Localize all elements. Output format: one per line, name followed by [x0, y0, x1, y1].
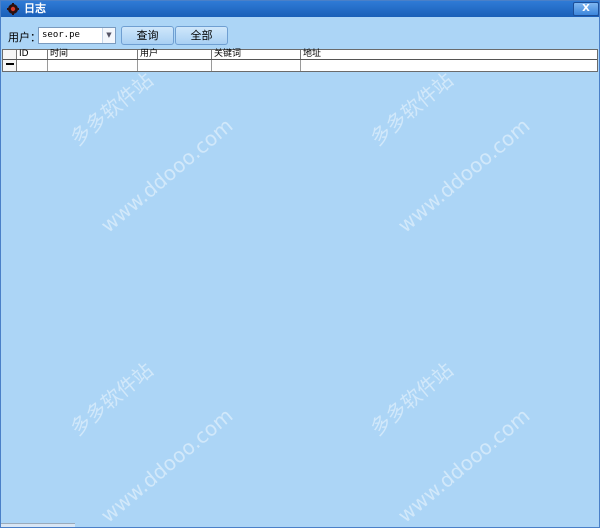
table-cell[interactable] [212, 60, 301, 71]
watermark-text: 多多软件站 [65, 357, 158, 441]
window-title: 日志 [24, 2, 46, 15]
close-button[interactable]: X [573, 2, 599, 16]
table-cell[interactable] [48, 60, 138, 71]
watermark-text: 多多软件站 [365, 357, 458, 441]
watermark-text: 多多软件站 [365, 67, 458, 151]
query-button[interactable]: 查询 [121, 26, 174, 45]
log-table[interactable]: ID 时间 用户 关键词 地址 [2, 49, 598, 72]
user-label: 用户： [8, 31, 41, 44]
table-header: ID 时间 用户 关键词 地址 [3, 50, 597, 60]
all-button[interactable]: 全部 [175, 26, 228, 45]
watermark-url: www.ddooo.com [96, 113, 238, 238]
status-strip [1, 523, 75, 527]
column-header-user[interactable]: 用户 [138, 50, 212, 59]
current-row-indicator [6, 63, 14, 65]
table-cell[interactable] [138, 60, 212, 71]
watermark-url: www.ddooo.com [393, 113, 535, 238]
gear-icon [7, 3, 19, 15]
user-dropdown[interactable]: seor.pe ▼ [38, 27, 116, 44]
column-header-time[interactable]: 时间 [48, 50, 138, 59]
watermark-url: www.ddooo.com [393, 403, 535, 528]
title-bar[interactable]: 日志 X [1, 1, 599, 17]
column-header-address[interactable]: 地址 [301, 50, 597, 59]
watermark-text: 多多软件站 [65, 67, 158, 151]
column-header-keyword[interactable]: 关键词 [212, 50, 301, 59]
table-cell[interactable] [301, 60, 597, 71]
watermark-url: www.ddooo.com [96, 403, 238, 528]
column-header-id[interactable]: ID [17, 50, 48, 59]
chevron-down-icon[interactable]: ▼ [102, 28, 115, 43]
table-cell[interactable] [17, 60, 48, 71]
user-dropdown-value: seor.pe [42, 30, 80, 40]
log-window: 日志 X 用户： seor.pe ▼ 查询 全部 ID 时间 用户 关键词 地址… [0, 0, 600, 528]
